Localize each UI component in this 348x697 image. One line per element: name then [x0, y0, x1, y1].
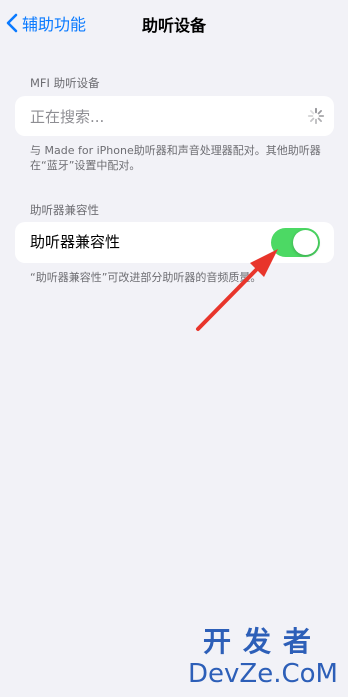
compat-toggle-cell: 助听器兼容性	[15, 222, 334, 263]
watermark-top-text: 开发者	[202, 625, 323, 658]
watermark-bottom-text: DevZe.CoM	[188, 659, 338, 689]
mfi-footnote: 与 Made for iPhone助听器和声音处理器配对。其他助听器在“蓝牙”设…	[30, 144, 321, 172]
page-title: 助听设备	[141, 16, 206, 35]
toggle-knob	[293, 230, 318, 255]
hearing-aid-compatibility-toggle[interactable]	[271, 228, 320, 257]
watermark-logo: 开发者 DevZe.CoM	[188, 625, 338, 689]
search-status-text: 正在搜索...	[30, 108, 105, 126]
loading-spinner-icon	[307, 107, 325, 125]
mfi-device-search-cell: 正在搜索...	[15, 96, 334, 136]
navigation-bar: 辅助功能 助听设备	[0, 0, 348, 46]
compat-footnote: “助听器兼容性”可改进部分助听器的音频质量。	[30, 271, 262, 284]
compat-toggle-label: 助听器兼容性	[30, 233, 121, 251]
compat-section-label: 助听器兼容性	[30, 203, 99, 217]
mfi-section-label: MFI 助听设备	[30, 76, 100, 90]
